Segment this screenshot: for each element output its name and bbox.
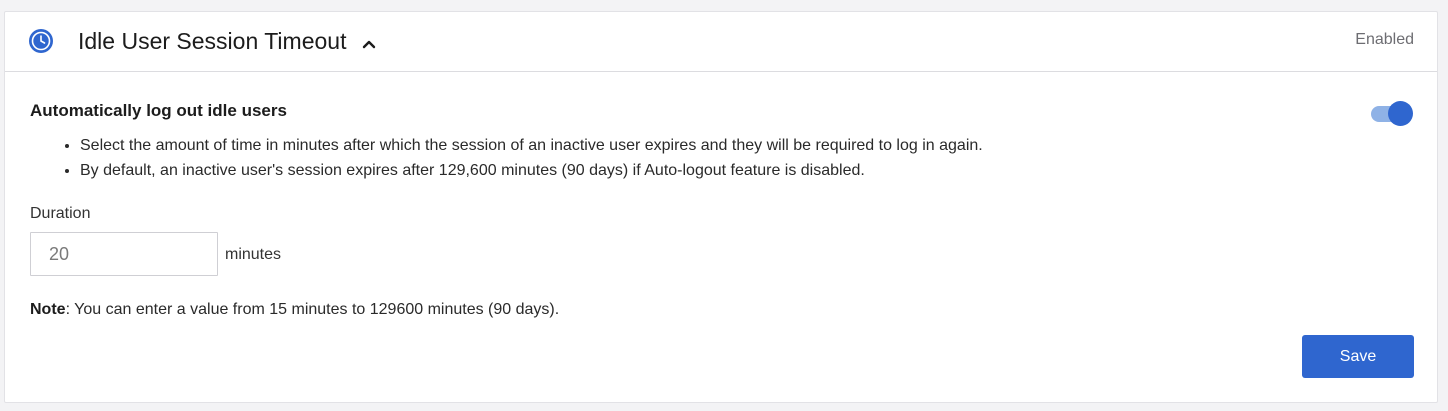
section-heading: Automatically log out idle users (30, 101, 287, 120)
toggle-knob (1388, 101, 1413, 126)
duration-input[interactable] (30, 232, 218, 276)
clock-icon (28, 28, 54, 54)
card-header[interactable]: Idle User Session Timeout Enabled (5, 12, 1437, 72)
list-item: By default, an inactive user's session e… (80, 158, 983, 183)
info-list: Select the amount of time in minutes aft… (30, 133, 983, 183)
save-button[interactable]: Save (1302, 335, 1414, 378)
duration-label: Duration (30, 205, 91, 222)
idle-session-timeout-card: Idle User Session Timeout Enabled Automa… (4, 11, 1438, 403)
duration-unit-label: minutes (225, 246, 282, 263)
note-prefix: Note (30, 301, 66, 318)
note-text: Note: You can enter a value from 15 minu… (30, 300, 559, 320)
status-badge: Enabled (1355, 31, 1414, 48)
page-title: Idle User Session Timeout (78, 28, 347, 54)
chevron-up-icon[interactable] (362, 36, 376, 49)
list-item: Select the amount of time in minutes aft… (80, 133, 983, 158)
note-body: : You can enter a value from 15 minutes … (65, 301, 560, 318)
auto-logout-toggle[interactable] (1371, 101, 1413, 127)
